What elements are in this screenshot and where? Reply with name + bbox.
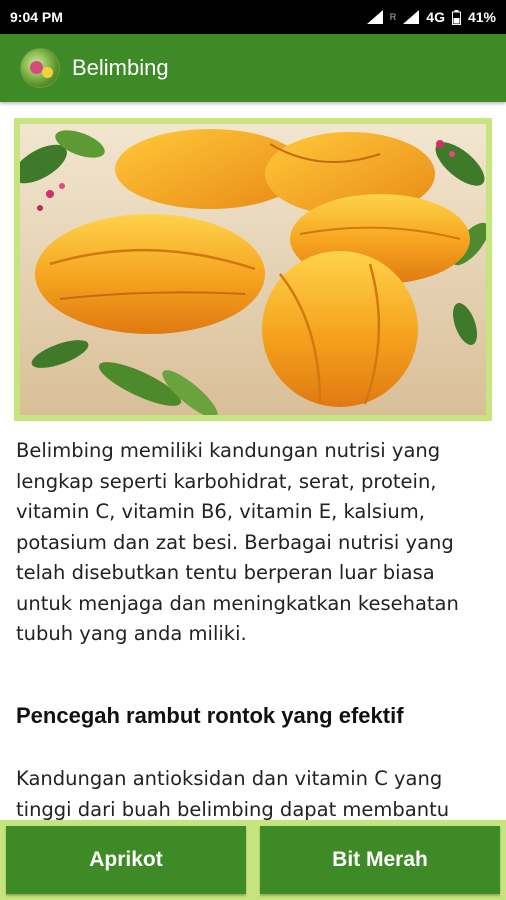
next-item-button[interactable]: Bit Merah bbox=[260, 826, 500, 894]
app-logo-icon bbox=[20, 48, 60, 88]
intro-paragraph: Belimbing memiliki kandungan nutrisi yan… bbox=[16, 439, 459, 645]
hero-image-frame bbox=[14, 118, 492, 421]
app-bar: Belimbing bbox=[0, 34, 506, 102]
status-time: 9:04 PM bbox=[10, 9, 63, 25]
status-bar: 9:04 PM R 4G 41% bbox=[0, 0, 506, 34]
battery-icon bbox=[451, 9, 461, 25]
section-paragraph: Kandungan antioksidan dan vitamin C yang… bbox=[16, 767, 450, 820]
page-title: Belimbing bbox=[72, 55, 169, 80]
status-icons: R 4G 41% bbox=[366, 9, 496, 25]
signal-icon bbox=[403, 10, 420, 24]
bottom-nav: Aprikot Bit Merah bbox=[0, 820, 506, 900]
roaming-indicator: R bbox=[389, 12, 397, 22]
battery-level: 41% bbox=[467, 9, 496, 25]
signal-icon bbox=[366, 10, 383, 24]
prev-item-button[interactable]: Aprikot bbox=[6, 826, 246, 894]
section-heading: Pencegah rambut rontok yang efektif bbox=[16, 703, 404, 728]
content-scroll[interactable]: Belimbing memiliki kandungan nutrisi yan… bbox=[0, 102, 506, 820]
network-type: 4G bbox=[426, 9, 445, 25]
star-fruit-photo bbox=[20, 124, 486, 415]
